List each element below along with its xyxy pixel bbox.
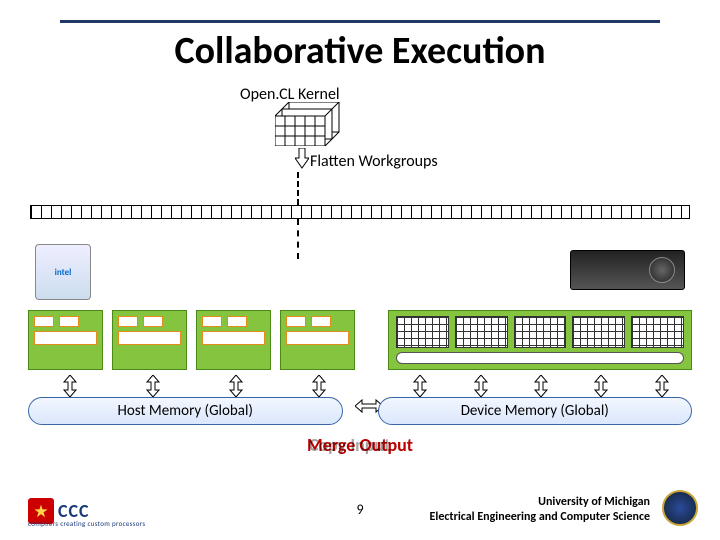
bi-arrow-icon bbox=[28, 375, 111, 399]
title-rule bbox=[60, 20, 660, 23]
flatten-label: Flatten Workgroups bbox=[310, 152, 438, 171]
memory-row: Host Memory (Global) Device Memory (Glob… bbox=[28, 397, 692, 427]
gpu-sm bbox=[631, 316, 684, 348]
slide-title: Collaborative Execution bbox=[0, 28, 720, 74]
ccc-logo-subtext: compilers creating custom processors bbox=[28, 519, 145, 528]
gpu-card-icon bbox=[570, 250, 685, 290]
bi-arrow-icon bbox=[450, 375, 510, 399]
bi-arrow-icon bbox=[511, 375, 571, 399]
dashed-connector-2 bbox=[297, 219, 299, 259]
footer: ★ CCC compilers creating custom processo… bbox=[0, 486, 720, 526]
copy-input-shadow: Copy Input bbox=[309, 434, 390, 456]
affiliation-line2: Electrical Engineering and Computer Scie… bbox=[430, 510, 650, 524]
kernel-grid-icon bbox=[275, 102, 345, 146]
gpu-sm-block bbox=[388, 310, 692, 370]
gpu-shared-bar bbox=[396, 352, 684, 364]
execution-units-row bbox=[28, 310, 692, 370]
flattened-workgroups-strip bbox=[30, 205, 690, 219]
bi-arrow-icon bbox=[111, 375, 194, 399]
gpu-sm bbox=[396, 316, 449, 348]
cpu-core bbox=[196, 310, 271, 370]
bi-arrow-icon bbox=[390, 375, 450, 399]
cpu-vendor-label: intel bbox=[55, 267, 72, 278]
gpu-fan-icon bbox=[649, 257, 675, 283]
host-cores bbox=[28, 310, 358, 370]
cpu-core bbox=[280, 310, 355, 370]
gpu-sm bbox=[514, 316, 567, 348]
bi-arrow-icon bbox=[632, 375, 692, 399]
bi-arrow-icon bbox=[277, 375, 360, 399]
dashed-connector-1 bbox=[297, 172, 299, 205]
down-arrow-icon bbox=[295, 148, 309, 175]
bi-arrow-icon bbox=[571, 375, 631, 399]
host-memory-box: Host Memory (Global) bbox=[28, 397, 343, 425]
affiliation: University of Michigan Electrical Engine… bbox=[430, 495, 650, 524]
gpu-sm bbox=[455, 316, 508, 348]
cpu-chip-icon: intel bbox=[35, 244, 91, 300]
bi-arrow-icon bbox=[194, 375, 277, 399]
university-seal-icon bbox=[662, 490, 698, 526]
merge-output-label: Copy Input Merge Output bbox=[0, 434, 720, 456]
device-memory-box: Device Memory (Global) bbox=[378, 397, 693, 425]
cpu-core bbox=[28, 310, 103, 370]
memory-arrows-row bbox=[28, 375, 692, 399]
affiliation-line1: University of Michigan bbox=[430, 495, 650, 509]
gpu-sm bbox=[572, 316, 625, 348]
slide-root: Collaborative Execution Open.CL Kernel F… bbox=[0, 0, 720, 540]
cpu-core bbox=[112, 310, 187, 370]
page-number: 9 bbox=[356, 501, 363, 518]
